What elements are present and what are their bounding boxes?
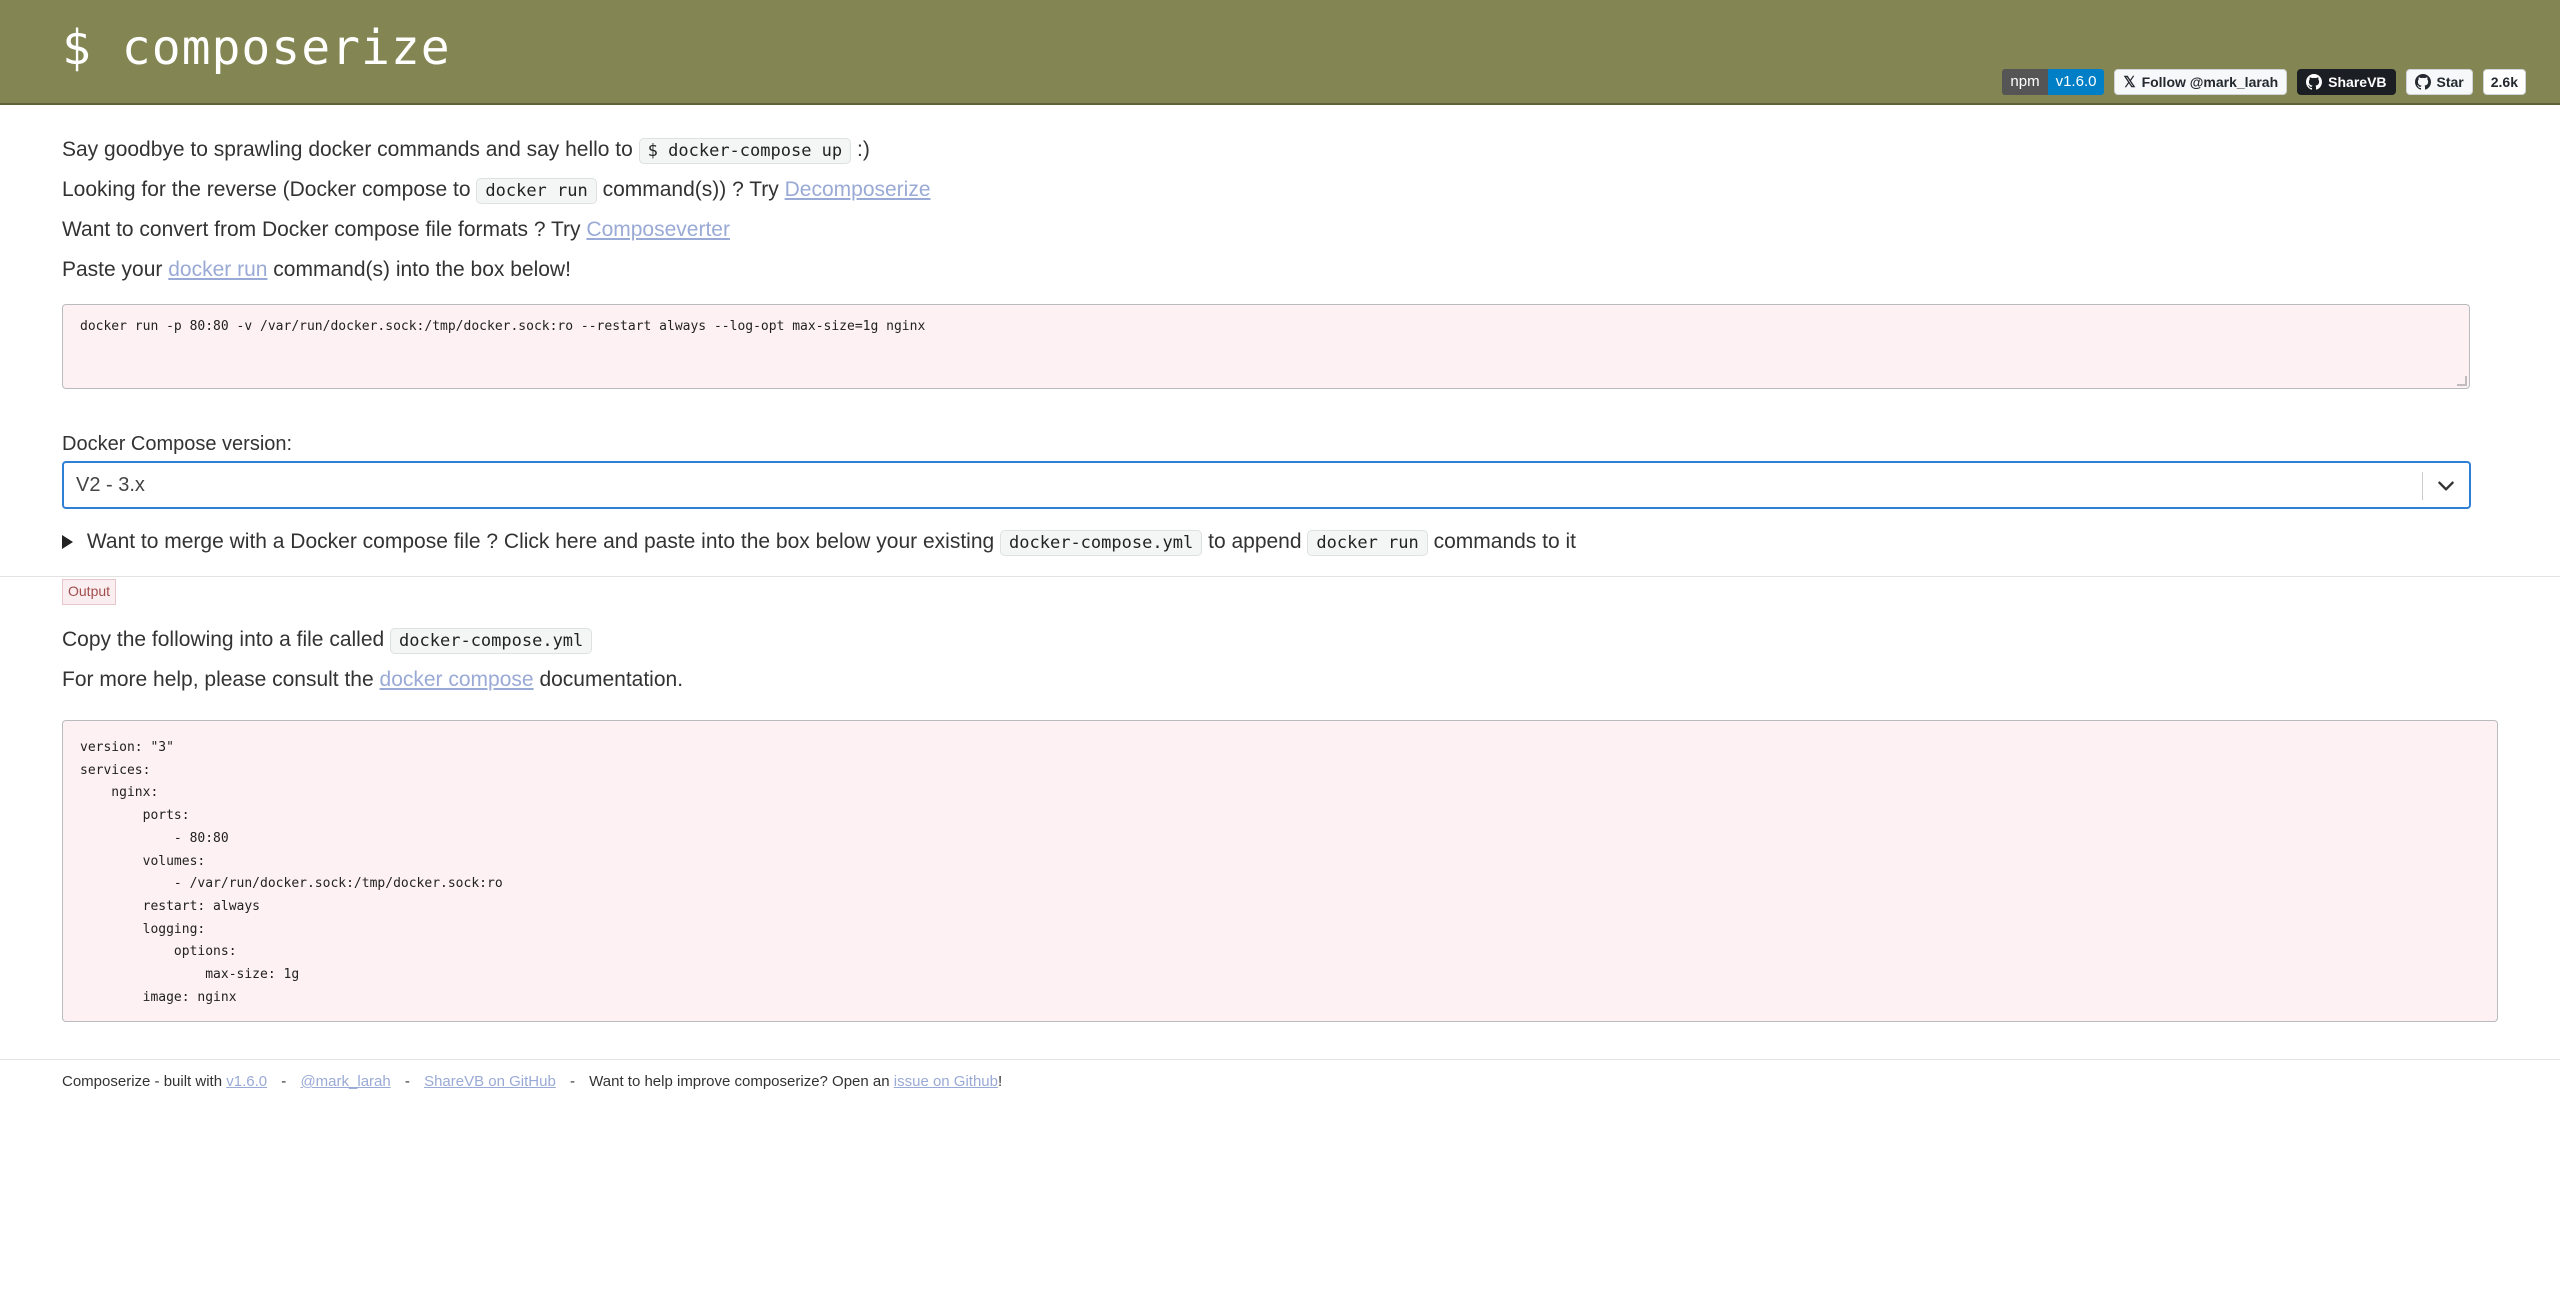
- help-instruction: For more help, please consult the docker…: [62, 665, 683, 695]
- npm-version-badge[interactable]: npm v1.6.0: [2002, 69, 2105, 95]
- inline-code: docker run: [1307, 530, 1428, 556]
- footer: Composerize - built with v1.6.0 - @mark_…: [62, 1073, 1002, 1090]
- intro-line-2: Looking for the reverse (Docker compose …: [62, 175, 931, 206]
- merge-text: to append: [1208, 530, 1302, 553]
- footer-sharevb-link[interactable]: ShareVB on GitHub: [424, 1073, 556, 1090]
- sharevb-github-button[interactable]: ShareVB: [2297, 69, 2396, 95]
- compose-version-select[interactable]: V2 - 3.x: [62, 461, 2471, 509]
- output-tag: Output: [62, 579, 117, 605]
- footer-text: Composerize - built with: [62, 1073, 223, 1090]
- footer-text: !: [998, 1073, 1003, 1090]
- follow-x-button[interactable]: 𝕏 Follow @mark_larah: [2114, 69, 2288, 95]
- inline-code: docker-compose.yml: [390, 628, 593, 654]
- merge-text: Want to merge with a Docker compose file…: [86, 530, 995, 553]
- intro-text: Want to convert from Docker compose file…: [62, 218, 581, 241]
- disclosure-triangle-icon: [62, 535, 73, 549]
- npm-badge-version: v1.6.0: [2047, 69, 2105, 95]
- intro-text: Say goodbye to sprawling docker commands…: [62, 138, 633, 161]
- intro-text: :): [856, 138, 870, 161]
- intro-text: command(s)) ? Try: [602, 178, 779, 201]
- footer-separator: -: [569, 1073, 575, 1090]
- intro-line-4: Paste your docker run command(s) into th…: [62, 255, 571, 285]
- docker-run-input[interactable]: docker run -p 80:80 -v /var/run/docker.s…: [62, 304, 2470, 389]
- footer-version-link[interactable]: v1.6.0: [226, 1073, 267, 1090]
- merge-text: commands to it: [1433, 530, 1576, 553]
- sharevb-label: ShareVB: [2328, 74, 2387, 90]
- docker-run-link[interactable]: docker run: [168, 258, 267, 281]
- docker-compose-docs-link[interactable]: docker compose: [380, 668, 534, 691]
- intro-line-3: Want to convert from Docker compose file…: [62, 215, 730, 245]
- section-divider: [0, 576, 2560, 577]
- footer-separator: -: [281, 1073, 287, 1090]
- compose-output[interactable]: version: "3" services: nginx: ports: - 8…: [62, 720, 2498, 1022]
- chevron-down-icon[interactable]: [2435, 475, 2457, 497]
- header-badges: npm v1.6.0 𝕏 Follow @mark_larah ShareVB …: [2002, 69, 2526, 95]
- intro-text: command(s) into the box below!: [273, 258, 571, 281]
- decomposerize-link[interactable]: Decomposerize: [785, 178, 931, 201]
- intro-text: Paste your: [62, 258, 163, 281]
- star-count-badge[interactable]: 2.6k: [2482, 69, 2526, 95]
- help-text: documentation.: [539, 668, 684, 691]
- npm-badge-label: npm: [2002, 69, 2048, 95]
- intro-line-1: Say goodbye to sprawling docker commands…: [62, 135, 870, 166]
- intro-text: Looking for the reverse (Docker compose …: [62, 178, 471, 201]
- compose-version-label: Docker Compose version:: [62, 433, 293, 455]
- composeverter-link[interactable]: Composeverter: [586, 218, 730, 241]
- inline-code: $ docker-compose up: [638, 138, 852, 164]
- app-logo[interactable]: $ composerize: [62, 20, 451, 76]
- compose-version-value: V2 - 3.x: [76, 474, 145, 496]
- footer-text: Want to help improve composerize? Open a…: [589, 1073, 890, 1090]
- inline-code: docker-compose.yml: [1000, 530, 1203, 556]
- app-header: $ composerize npm v1.6.0 𝕏 Follow @mark_…: [0, 0, 2560, 105]
- inline-code: docker run: [476, 178, 597, 204]
- help-text: For more help, please consult the: [62, 668, 374, 691]
- follow-label: Follow @mark_larah: [2141, 74, 2279, 90]
- footer-divider: [0, 1059, 2560, 1060]
- select-divider: [2422, 472, 2423, 500]
- resize-handle-icon[interactable]: [2457, 376, 2467, 386]
- footer-author-link[interactable]: @mark_larah: [300, 1073, 390, 1090]
- github-star-button[interactable]: Star: [2405, 69, 2473, 95]
- github-icon: [2306, 74, 2323, 90]
- copy-instruction: Copy the following into a file called do…: [62, 625, 593, 656]
- footer-separator: -: [404, 1073, 410, 1090]
- x-icon: 𝕏: [2123, 74, 2136, 91]
- copy-text: Copy the following into a file called: [62, 628, 385, 651]
- star-label: Star: [2436, 74, 2464, 90]
- merge-disclosure[interactable]: Want to merge with a Docker compose file…: [62, 527, 1576, 558]
- github-icon: [2414, 74, 2431, 90]
- docker-run-command-text: docker run -p 80:80 -v /var/run/docker.s…: [80, 319, 926, 334]
- footer-issue-link[interactable]: issue on Github: [894, 1073, 998, 1090]
